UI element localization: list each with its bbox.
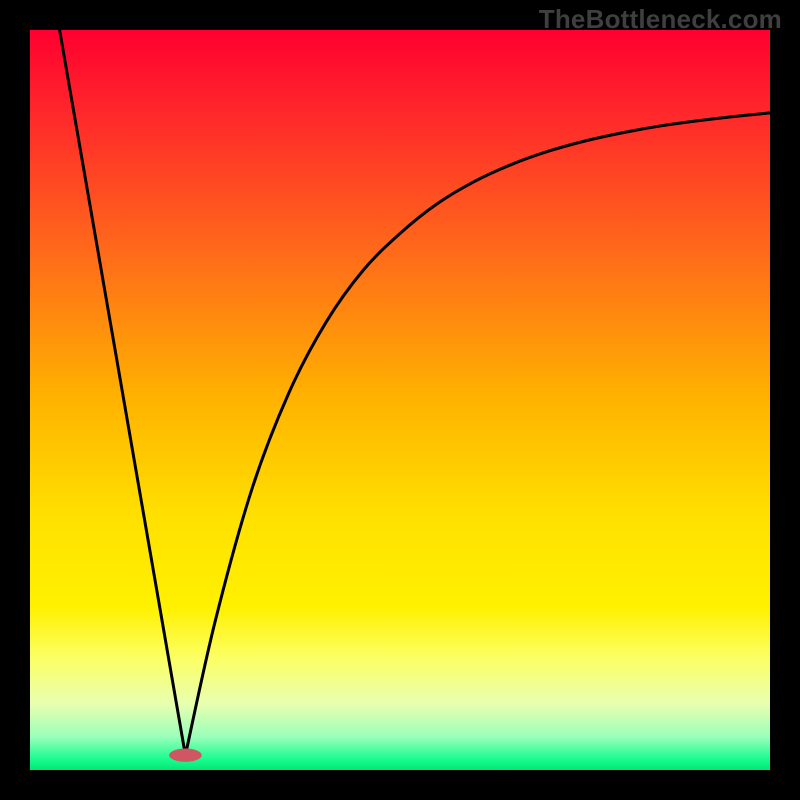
bottleneck-chart bbox=[30, 30, 770, 770]
gradient-background bbox=[30, 30, 770, 770]
plot-area bbox=[30, 30, 770, 770]
minimum-marker bbox=[169, 749, 202, 762]
chart-frame: TheBottleneck.com bbox=[0, 0, 800, 800]
